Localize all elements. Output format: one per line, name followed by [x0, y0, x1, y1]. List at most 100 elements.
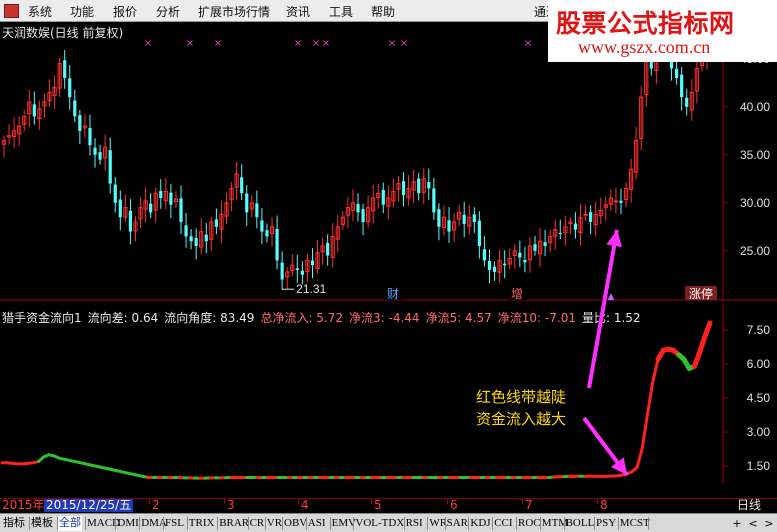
date-axis-row: 2015年 2015/12/25/五 日线 2 3 4 5 6 7 8 [0, 498, 777, 512]
candle-body-down [194, 237, 198, 246]
month-label: 7 [525, 498, 533, 512]
month-tick [149, 499, 150, 504]
signal-marker: × [322, 38, 330, 49]
menu-function[interactable]: 功能 [70, 3, 94, 20]
menu-help[interactable]: 帮助 [371, 3, 395, 20]
indicator-y-tick-label: 4.50 [747, 391, 771, 405]
candle-body-down [300, 270, 304, 275]
price-y-tick-label: 25.00 [740, 244, 770, 258]
tab-vol-tdx[interactable]: VOL-TDX [354, 516, 405, 531]
candle-body-down [93, 147, 97, 155]
candle-body-down [245, 193, 249, 213]
signal-marker: × [388, 38, 396, 49]
tab-roc[interactable]: ROC [517, 516, 542, 531]
flow-line-segment [646, 380, 655, 416]
candle-body-down [492, 266, 497, 272]
signal-marker: × [214, 38, 222, 49]
candle-body-down [113, 184, 117, 203]
candle-body-down [265, 230, 269, 237]
candle-body-down [98, 152, 102, 160]
month-label: 2 [152, 498, 160, 512]
candle-body-down [381, 189, 385, 205]
tab-sar[interactable]: SAR [446, 516, 469, 531]
indicator-y-tick-label: 3.00 [747, 425, 771, 439]
candle-body-down [477, 220, 481, 246]
tab-cci[interactable]: CCI [493, 516, 513, 531]
month-label: 4 [301, 498, 309, 512]
menu-quote[interactable]: 报价 [113, 3, 137, 20]
price-y-tick-label: 40.00 [740, 100, 770, 114]
candle-body-down [427, 182, 431, 189]
event-triangle: ▲ [608, 292, 615, 302]
candle-body-down [189, 236, 193, 242]
price-y-tick-label: 35.00 [740, 148, 770, 162]
tab-psy[interactable]: PSY [595, 516, 617, 531]
year-label: 2015年 [2, 498, 45, 512]
tab-vr[interactable]: VR [266, 516, 283, 531]
candle-body-down [108, 150, 112, 184]
month-label: 6 [450, 498, 458, 512]
tab-boll[interactable]: BOLL [565, 516, 596, 531]
candle-body-down [149, 203, 153, 213]
app-icon[interactable] [4, 4, 19, 18]
candle-body-down [573, 223, 578, 230]
indicator-tab-bar: 指标 模板 全部 MACD DMI DMA FSL TRIX BRAR CR VR OBV ASI EMV… [0, 513, 777, 532]
watermark: 股票公式指标网 www.gszx.com.cn [548, 0, 777, 62]
candle-body-down [447, 220, 451, 232]
candle-body-down [260, 220, 264, 232]
month-tick [224, 499, 225, 504]
candle-body-down [310, 260, 315, 266]
tab-rsi[interactable]: RSI [405, 516, 424, 531]
menu-system[interactable]: 系统 [28, 3, 52, 20]
tab-trix[interactable]: TRIX [188, 516, 216, 531]
candle-body-down [169, 192, 173, 205]
zoom-in-button[interactable]: + [730, 516, 744, 531]
tab-指标[interactable]: 指标 [2, 516, 26, 531]
tab-mcst[interactable]: MCST [619, 516, 651, 531]
flow-line-segment [651, 357, 660, 384]
tab-separator [648, 517, 650, 530]
signal-marker: × [186, 38, 194, 49]
indicator-chart[interactable]: 1.50 3.00 4.50 6.00 7.50 [0, 304, 777, 484]
candle-body-down [462, 214, 466, 224]
signal-marker: × [524, 38, 532, 49]
indicator-y-tick-label: 7.50 [747, 323, 771, 337]
tab-asi[interactable]: ASI [307, 516, 327, 531]
candle-body-down [73, 100, 77, 117]
menu-news[interactable]: 资讯 [286, 3, 310, 20]
tab-cr[interactable]: CR [249, 516, 266, 531]
period-label[interactable]: 日线 [737, 499, 761, 512]
tab-模板[interactable]: 模板 [30, 516, 54, 531]
month-tick [447, 499, 448, 504]
candle-body-down [437, 209, 441, 227]
tab-全部[interactable]: 全部 [58, 516, 82, 531]
flow-line-segment [640, 412, 650, 450]
tab-brar[interactable]: BRAR [218, 516, 250, 531]
month-label: 3 [227, 498, 235, 512]
tab-fsl[interactable]: FSL [164, 516, 185, 531]
tab-obv[interactable]: OBV [283, 516, 308, 531]
menu-tools[interactable]: 工具 [329, 3, 353, 20]
candle-body-down [487, 260, 492, 270]
candle-body-down [361, 209, 365, 222]
candle-body-down [214, 219, 218, 227]
menu-analysis[interactable]: 分析 [156, 3, 180, 20]
price-chart[interactable]: 25.0030.0035.0040.0045.0021.31×××××××××财… [0, 22, 777, 302]
tab-kdj[interactable]: KDJ [469, 516, 491, 531]
price-y-tick-label: 30.00 [740, 196, 770, 210]
month-label: 8 [600, 498, 608, 512]
tab-dmi[interactable]: DMI [116, 516, 139, 531]
candle-body-down [401, 181, 406, 196]
event-label-0: 财 [387, 287, 399, 301]
candle-body-down [675, 68, 679, 78]
candle-body-up [613, 200, 619, 203]
month-tick [371, 499, 372, 504]
menu-extended-market[interactable]: 扩展市场行情 [198, 3, 270, 20]
scroll-left-button[interactable]: < [746, 516, 760, 531]
event-label-1: 增 [511, 287, 523, 301]
candle-body-down [275, 228, 279, 261]
signal-marker: × [294, 38, 302, 49]
candle-body-down [240, 177, 244, 194]
scroll-right-button[interactable]: > [762, 516, 776, 531]
selected-date: 2015/12/25/五 [44, 498, 134, 512]
